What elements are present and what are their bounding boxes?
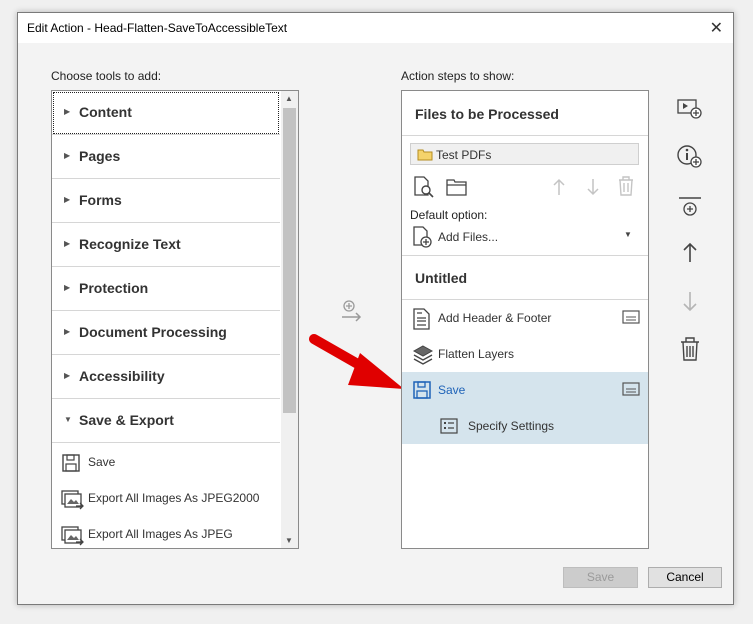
floppy-disk-icon	[62, 454, 80, 472]
header-footer-icon	[413, 308, 430, 330]
add-to-steps-icon[interactable]	[339, 298, 365, 324]
tool-save[interactable]: Save	[52, 444, 280, 480]
steps-heading: Action steps to show:	[401, 69, 515, 83]
steps-panel: Files to be Processed Test PDFs Default …	[401, 90, 649, 549]
tool-export-jpeg2000[interactable]: Export All Images As JPEG2000	[52, 480, 280, 516]
add-files-icon	[413, 226, 432, 248]
options-icon[interactable]	[622, 382, 640, 396]
category-content[interactable]: ▶ Content	[52, 91, 280, 135]
tools-scrollbar[interactable]: ▲ ▼	[281, 91, 298, 548]
close-icon[interactable]: ✕	[710, 18, 723, 38]
trash-icon	[619, 176, 633, 196]
title-bar: Edit Action - Head-Flatten-SaveToAccessi…	[18, 13, 733, 43]
move-up-icon[interactable]	[676, 239, 704, 267]
tool-export-jpeg[interactable]: Export All Images As JPEG	[52, 516, 280, 548]
export-images-icon	[61, 490, 84, 510]
edit-action-dialog: Edit Action - Head-Flatten-SaveToAccessi…	[17, 12, 734, 605]
category-document-processing[interactable]: ▶ Document Processing	[52, 311, 280, 355]
move-down-icon	[587, 179, 599, 196]
save-button[interactable]: Save	[563, 567, 638, 588]
category-protection[interactable]: ▶ Protection	[52, 267, 280, 311]
folder-entry[interactable]: Test PDFs	[410, 143, 639, 165]
divider	[402, 135, 648, 136]
chevron-down-icon[interactable]: ▼	[624, 230, 632, 239]
scrollbar-thumb[interactable]	[283, 108, 296, 413]
floppy-disk-icon	[413, 381, 431, 399]
expand-arrow-icon: ▶	[64, 371, 71, 380]
settings-list-icon	[440, 418, 458, 434]
files-header: Files to be Processed	[415, 106, 559, 122]
layers-icon	[412, 345, 434, 365]
default-option-label: Default option:	[410, 208, 488, 222]
step-save[interactable]: Save	[402, 372, 648, 408]
folder-icon	[417, 149, 433, 161]
category-forms[interactable]: ▶ Forms	[52, 179, 280, 223]
step-flatten-layers[interactable]: Flatten Layers	[402, 336, 648, 372]
tools-heading: Choose tools to add:	[51, 69, 162, 83]
default-option-select[interactable]: Add Files...	[438, 230, 498, 244]
window-title: Edit Action - Head-Flatten-SaveToAccessi…	[27, 21, 288, 35]
folder-open-icon[interactable]	[445, 177, 469, 197]
group-title: Untitled	[415, 270, 468, 286]
category-save-export[interactable]: ▼ Save & Export	[52, 399, 280, 443]
tools-panel: ▶ Content ▶ Pages ▶ Forms ▶ Recognize Te…	[51, 90, 299, 549]
scroll-down-icon[interactable]: ▼	[285, 536, 293, 545]
move-down-icon	[683, 292, 697, 312]
cancel-button[interactable]: Cancel	[648, 567, 722, 588]
add-instruction-icon[interactable]	[676, 95, 704, 123]
scroll-up-icon[interactable]: ▲	[285, 94, 293, 103]
step-add-header-footer[interactable]: Add Header & Footer	[402, 300, 648, 336]
divider	[402, 255, 648, 256]
category-accessibility[interactable]: ▶ Accessibility	[52, 355, 280, 399]
expand-arrow-icon: ▶	[64, 239, 71, 248]
expand-arrow-icon: ▶	[64, 283, 71, 292]
options-icon[interactable]	[622, 310, 640, 324]
add-info-icon[interactable]	[676, 143, 704, 171]
browse-file-icon[interactable]	[412, 175, 436, 199]
expand-arrow-icon: ▶	[64, 107, 71, 116]
collapse-arrow-icon: ▼	[64, 415, 72, 424]
expand-arrow-icon: ▶	[64, 195, 71, 204]
category-recognize-text[interactable]: ▶ Recognize Text	[52, 223, 280, 267]
delete-icon[interactable]	[676, 335, 704, 363]
expand-arrow-icon: ▶	[64, 151, 71, 160]
move-up-icon	[553, 178, 565, 195]
expand-arrow-icon: ▶	[64, 327, 71, 336]
add-panel-separator-icon[interactable]	[676, 193, 704, 221]
category-pages[interactable]: ▶ Pages	[52, 135, 280, 179]
export-images-icon	[61, 526, 84, 546]
step-specify-settings[interactable]: Specify Settings	[402, 408, 648, 444]
